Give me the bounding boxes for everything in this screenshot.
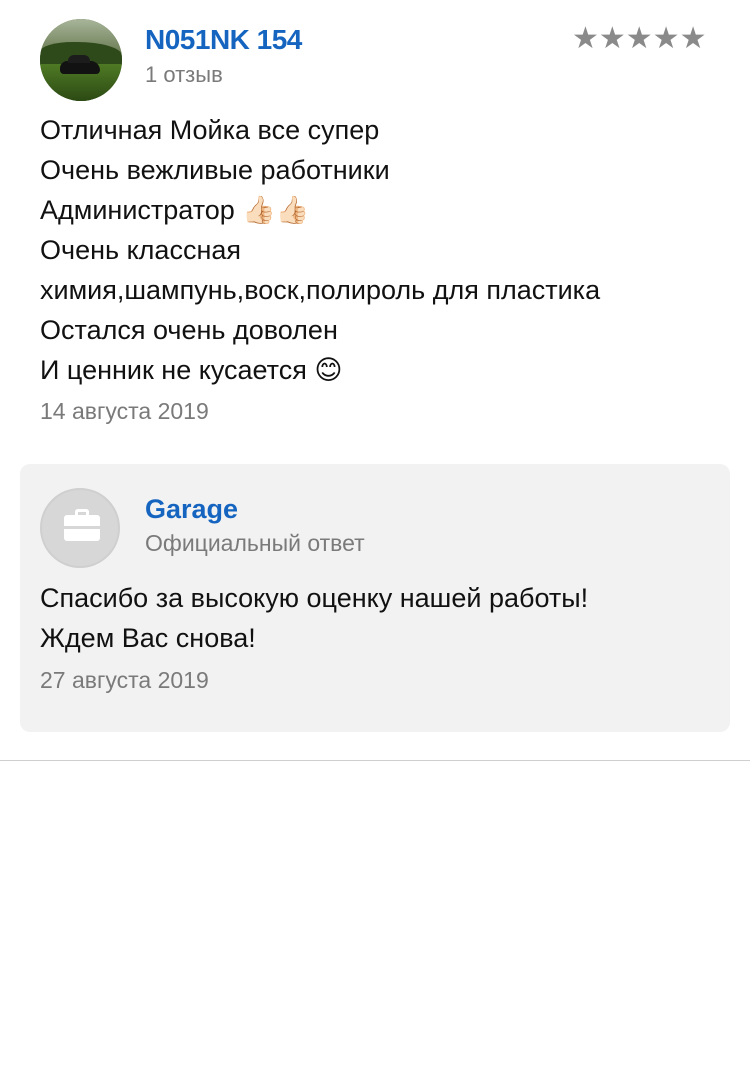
reply-text: Спасибо за высокую оценку нашей работы! … xyxy=(40,578,720,658)
car-image xyxy=(60,55,100,74)
rating-stars: ★★★★★ xyxy=(572,21,707,56)
official-reply-label: Официальный ответ xyxy=(145,530,365,556)
review-line: Очень вежливые работники xyxy=(40,155,390,185)
reply-line: Спасибо за высокую оценку нашей работы! xyxy=(40,583,589,613)
review-line: Администратор 👍🏻👍🏻 xyxy=(40,195,310,225)
review-line: химия,шампунь,воск,полироль для пластика xyxy=(40,275,601,305)
author-name[interactable]: N051NK 154 xyxy=(145,24,302,56)
review-date: 14 августа 2019 xyxy=(40,398,209,424)
review-line: И ценник не кусается 😊 xyxy=(40,355,343,385)
company-name[interactable]: Garage xyxy=(145,494,238,525)
briefcase-icon xyxy=(64,509,100,541)
author-avatar[interactable] xyxy=(40,19,122,101)
company-avatar[interactable] xyxy=(40,488,120,568)
review-text: Отличная Мойка все супер Очень вежливые … xyxy=(40,110,730,390)
review-line: Очень классная xyxy=(40,235,241,265)
review-line: Отличная Мойка все супер xyxy=(40,115,380,145)
reply-line: Ждем Вас снова! xyxy=(40,623,256,653)
official-reply: Garage Официальный ответ Спасибо за высо… xyxy=(20,464,730,732)
reply-date: 27 августа 2019 xyxy=(40,667,209,693)
author-reviews-count: 1 отзыв xyxy=(145,62,223,87)
divider xyxy=(0,760,750,761)
review-line: Остался очень доволен xyxy=(40,315,338,345)
